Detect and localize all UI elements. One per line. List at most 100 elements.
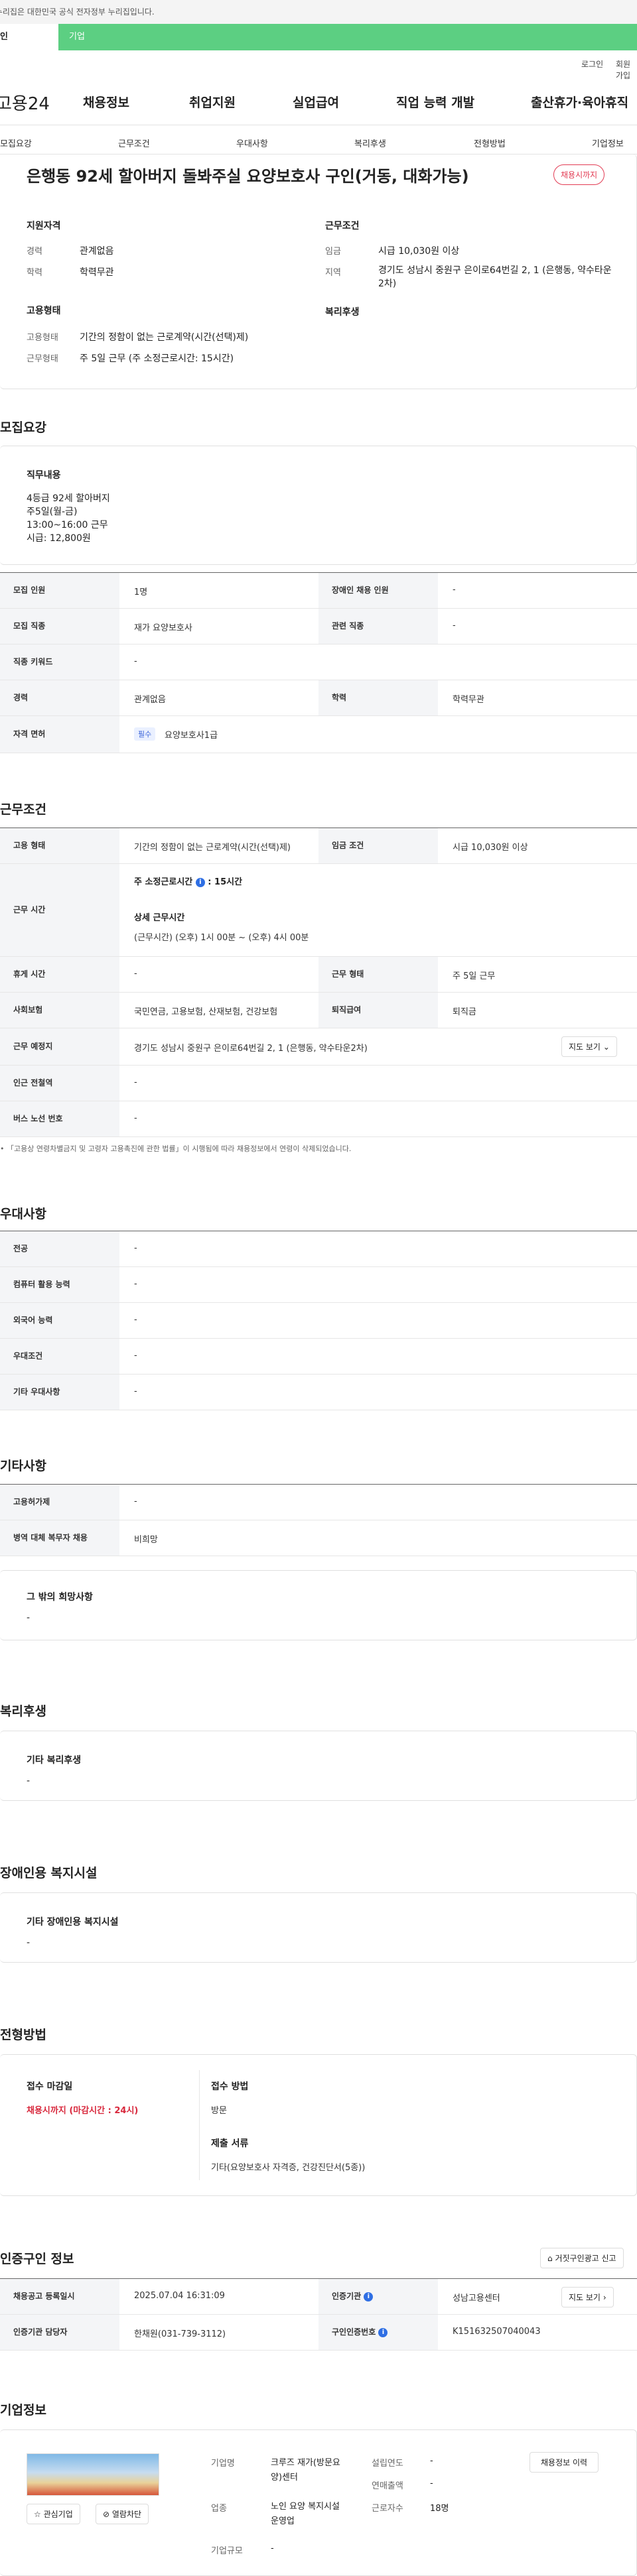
- gnb-parental-leave[interactable]: 출산휴가·육아휴직: [531, 93, 628, 111]
- cond-title: 근무조건: [325, 221, 360, 231]
- subnav-process[interactable]: 전형방법: [474, 137, 506, 149]
- subnav-company[interactable]: 기업정보: [592, 137, 624, 149]
- welfare-section-title: 복리후생: [0, 1704, 46, 1719]
- deadline-label: 접수 마감일: [27, 2081, 73, 2092]
- worktype-value: 주 5일 근무 (주 소정근로시간: 15시간): [80, 353, 234, 364]
- gov-notice: 이 누리집은 대한민국 공식 전자정부 누리집입니다.: [0, 0, 637, 24]
- company-size-value: -: [271, 2544, 274, 2553]
- company-biz-value: 노인 요양 복지시설 운영업: [271, 2502, 340, 2526]
- emptype-value: 기간의 정함이 없는 근로계약(시간(선택)제): [80, 332, 249, 343]
- duty-lines: 4등급 92세 할아버지 주5일(월-금) 13:00~16:00 근무 시급:…: [27, 492, 110, 545]
- row-value: -: [134, 656, 137, 666]
- row-label: 근무 형태: [318, 957, 438, 992]
- row-value: 퇴직금: [453, 1007, 476, 1017]
- row-label: 우대조건: [0, 1339, 119, 1374]
- info-icon[interactable]: i: [364, 2292, 374, 2301]
- duty-title: 직무내용: [27, 470, 61, 481]
- chevron-right-icon: ›: [602, 2293, 606, 2302]
- row-value: -: [134, 1243, 137, 1253]
- row-value: -: [134, 1497, 137, 1506]
- row-value: 비희망: [134, 1535, 158, 1545]
- row-value: K151632507040043: [453, 2327, 541, 2337]
- row-label: 자격 면허: [0, 716, 119, 753]
- star-icon: ☆: [34, 2510, 41, 2519]
- welfare-box-title: 기타 복리후생: [27, 1755, 82, 1766]
- favorite-company-button[interactable]: ☆ 관심기업: [27, 2504, 80, 2524]
- info-icon[interactable]: i: [195, 877, 205, 887]
- process-section-title: 전형방법: [0, 2028, 46, 2042]
- table-row: 병역 대체 복무자 채용 비희망: [0, 1520, 637, 1556]
- company-founded-value: -: [430, 2456, 433, 2466]
- row-value: 한채원(031-739-3112): [134, 2329, 226, 2339]
- wage-label: 임금: [325, 247, 341, 257]
- login-link[interactable]: 로그인: [581, 58, 603, 70]
- company-size-label: 기업규모: [211, 2546, 243, 2556]
- company-section-title: 기업정보: [0, 2403, 46, 2418]
- row-value: -: [134, 1386, 137, 1396]
- table-row: 휴게 시간 - 근무 형태 주 5일 근무: [0, 957, 637, 993]
- method-label: 접수 방법: [211, 2081, 249, 2092]
- row-label: 관련 직종: [318, 609, 438, 644]
- row-label: 병역 대체 복무자 채용: [0, 1520, 119, 1556]
- gnb-job-training[interactable]: 직업 능력 개발: [396, 93, 474, 111]
- career-label: 경력: [27, 247, 42, 257]
- age-note-text: 「고용상 연령차별금지 및 고령자 고용촉진에 관한 법률」이 시행됨에 따라 …: [7, 1144, 352, 1153]
- row-value: 국민연금, 고용보험, 산재보험, 건강보험: [134, 1007, 278, 1017]
- gnb-unemployment-benefit[interactable]: 실업급여: [293, 93, 339, 111]
- row-value: 재가 요양보호사: [134, 623, 192, 633]
- job-history-button[interactable]: 채용정보 이력: [530, 2452, 599, 2473]
- table-row: 인근 전철역 -: [0, 1066, 637, 1101]
- welfare-title: 복리후생: [325, 307, 360, 318]
- company-founded-label: 설립연도: [372, 2459, 403, 2469]
- other-wish-title: 그 밖의 희망사항: [27, 1592, 93, 1603]
- row-value: 요양보호사1급: [165, 731, 218, 741]
- table-row: 자격 면허 필수 요양보호사1급: [0, 716, 637, 753]
- map-view-label: 지도 보기: [569, 1042, 601, 1052]
- company-employees-label: 근로자수: [372, 2504, 403, 2514]
- info-icon[interactable]: i: [378, 2327, 388, 2337]
- row-label: 모집 인원: [0, 573, 119, 608]
- row-label: 장애인 채용 인원: [318, 573, 438, 608]
- conditions-section-title: 근무조건: [0, 802, 46, 817]
- subnav-recruit[interactable]: 모집요강: [0, 137, 32, 149]
- emptype-label: 고용형태: [27, 333, 58, 343]
- table-row: 모집 인원 1명 장애인 채용 인원 -: [0, 573, 637, 609]
- row-label: 근무 시간: [0, 864, 119, 956]
- row-value: 성남고용센터: [453, 2294, 500, 2303]
- site-logo[interactable]: 고용24: [0, 90, 50, 115]
- company-biz-label: 업종: [211, 2504, 227, 2514]
- row-label: 외국어 능력: [0, 1303, 119, 1338]
- etc-section-title: 기타사항: [0, 1459, 46, 1473]
- block-view-button[interactable]: ⊘ 열람차단: [96, 2504, 149, 2524]
- gnb-jobs[interactable]: 채용정보: [83, 93, 129, 111]
- map-view-button[interactable]: 지도 보기 ⌄: [561, 1036, 617, 1057]
- docs-value: 기타(요양보호사 자격증, 건강진단서(5종)): [211, 2163, 366, 2173]
- table-row: 우대조건 -: [0, 1339, 637, 1375]
- company-sales-label: 연매출액: [372, 2481, 403, 2491]
- company-logo-image: [27, 2453, 159, 2496]
- table-row: 근무 시간 주 소정근로시간 i : 15시간 상세 근무시간 (근무시간) (…: [0, 864, 637, 957]
- tab-personal[interactable]: 개인: [0, 24, 58, 50]
- row-label: 학력: [318, 680, 438, 715]
- row-value: 경기도 성남시 중원구 은이로64번길 2, 1 (은행동, 약수타운2차): [134, 1044, 368, 1054]
- row-value: 학력무관: [453, 695, 484, 705]
- table-row: 기타 우대사항 -: [0, 1375, 637, 1410]
- gnb-employment-support[interactable]: 취업지원: [189, 93, 236, 111]
- subnav-conditions[interactable]: 근무조건: [118, 137, 150, 149]
- job-title: 은행동 92세 할아버지 돌봐주실 요양보호사 구인(거동, 대화가능): [27, 167, 469, 186]
- table-row: 채용공고 등록일시 2025.07.04 16:31:09 인증기관 i 성남고…: [0, 2279, 637, 2315]
- subnav-welfare[interactable]: 복리후생: [354, 137, 386, 149]
- company-name-value: 크루즈 재가(방문요양)센터: [271, 2458, 340, 2483]
- career-value: 관계없음: [80, 246, 114, 257]
- join-link[interactable]: 회원가입: [616, 58, 637, 81]
- table-row: 컴퓨터 활용 능력 -: [0, 1267, 637, 1303]
- tab-company[interactable]: 기업: [58, 24, 158, 50]
- report-fake-ad-button[interactable]: ⌂ 거짓구인광고 신고: [540, 2248, 624, 2268]
- cert-section-title: 인증구인 정보: [0, 2252, 74, 2266]
- other-wish-box: [0, 1570, 637, 1640]
- table-row: 근무 예정지 경기도 성남시 중원구 은이로64번길 2, 1 (은행동, 약수…: [0, 1028, 637, 1066]
- row-value: 시급 10,030원 이상: [453, 843, 528, 853]
- org-map-button[interactable]: 지도 보기 ›: [561, 2287, 614, 2307]
- subnav-preference[interactable]: 우대사항: [236, 137, 268, 149]
- deadline-value: 채용시까지 (마감시간 : 24시): [27, 2106, 139, 2116]
